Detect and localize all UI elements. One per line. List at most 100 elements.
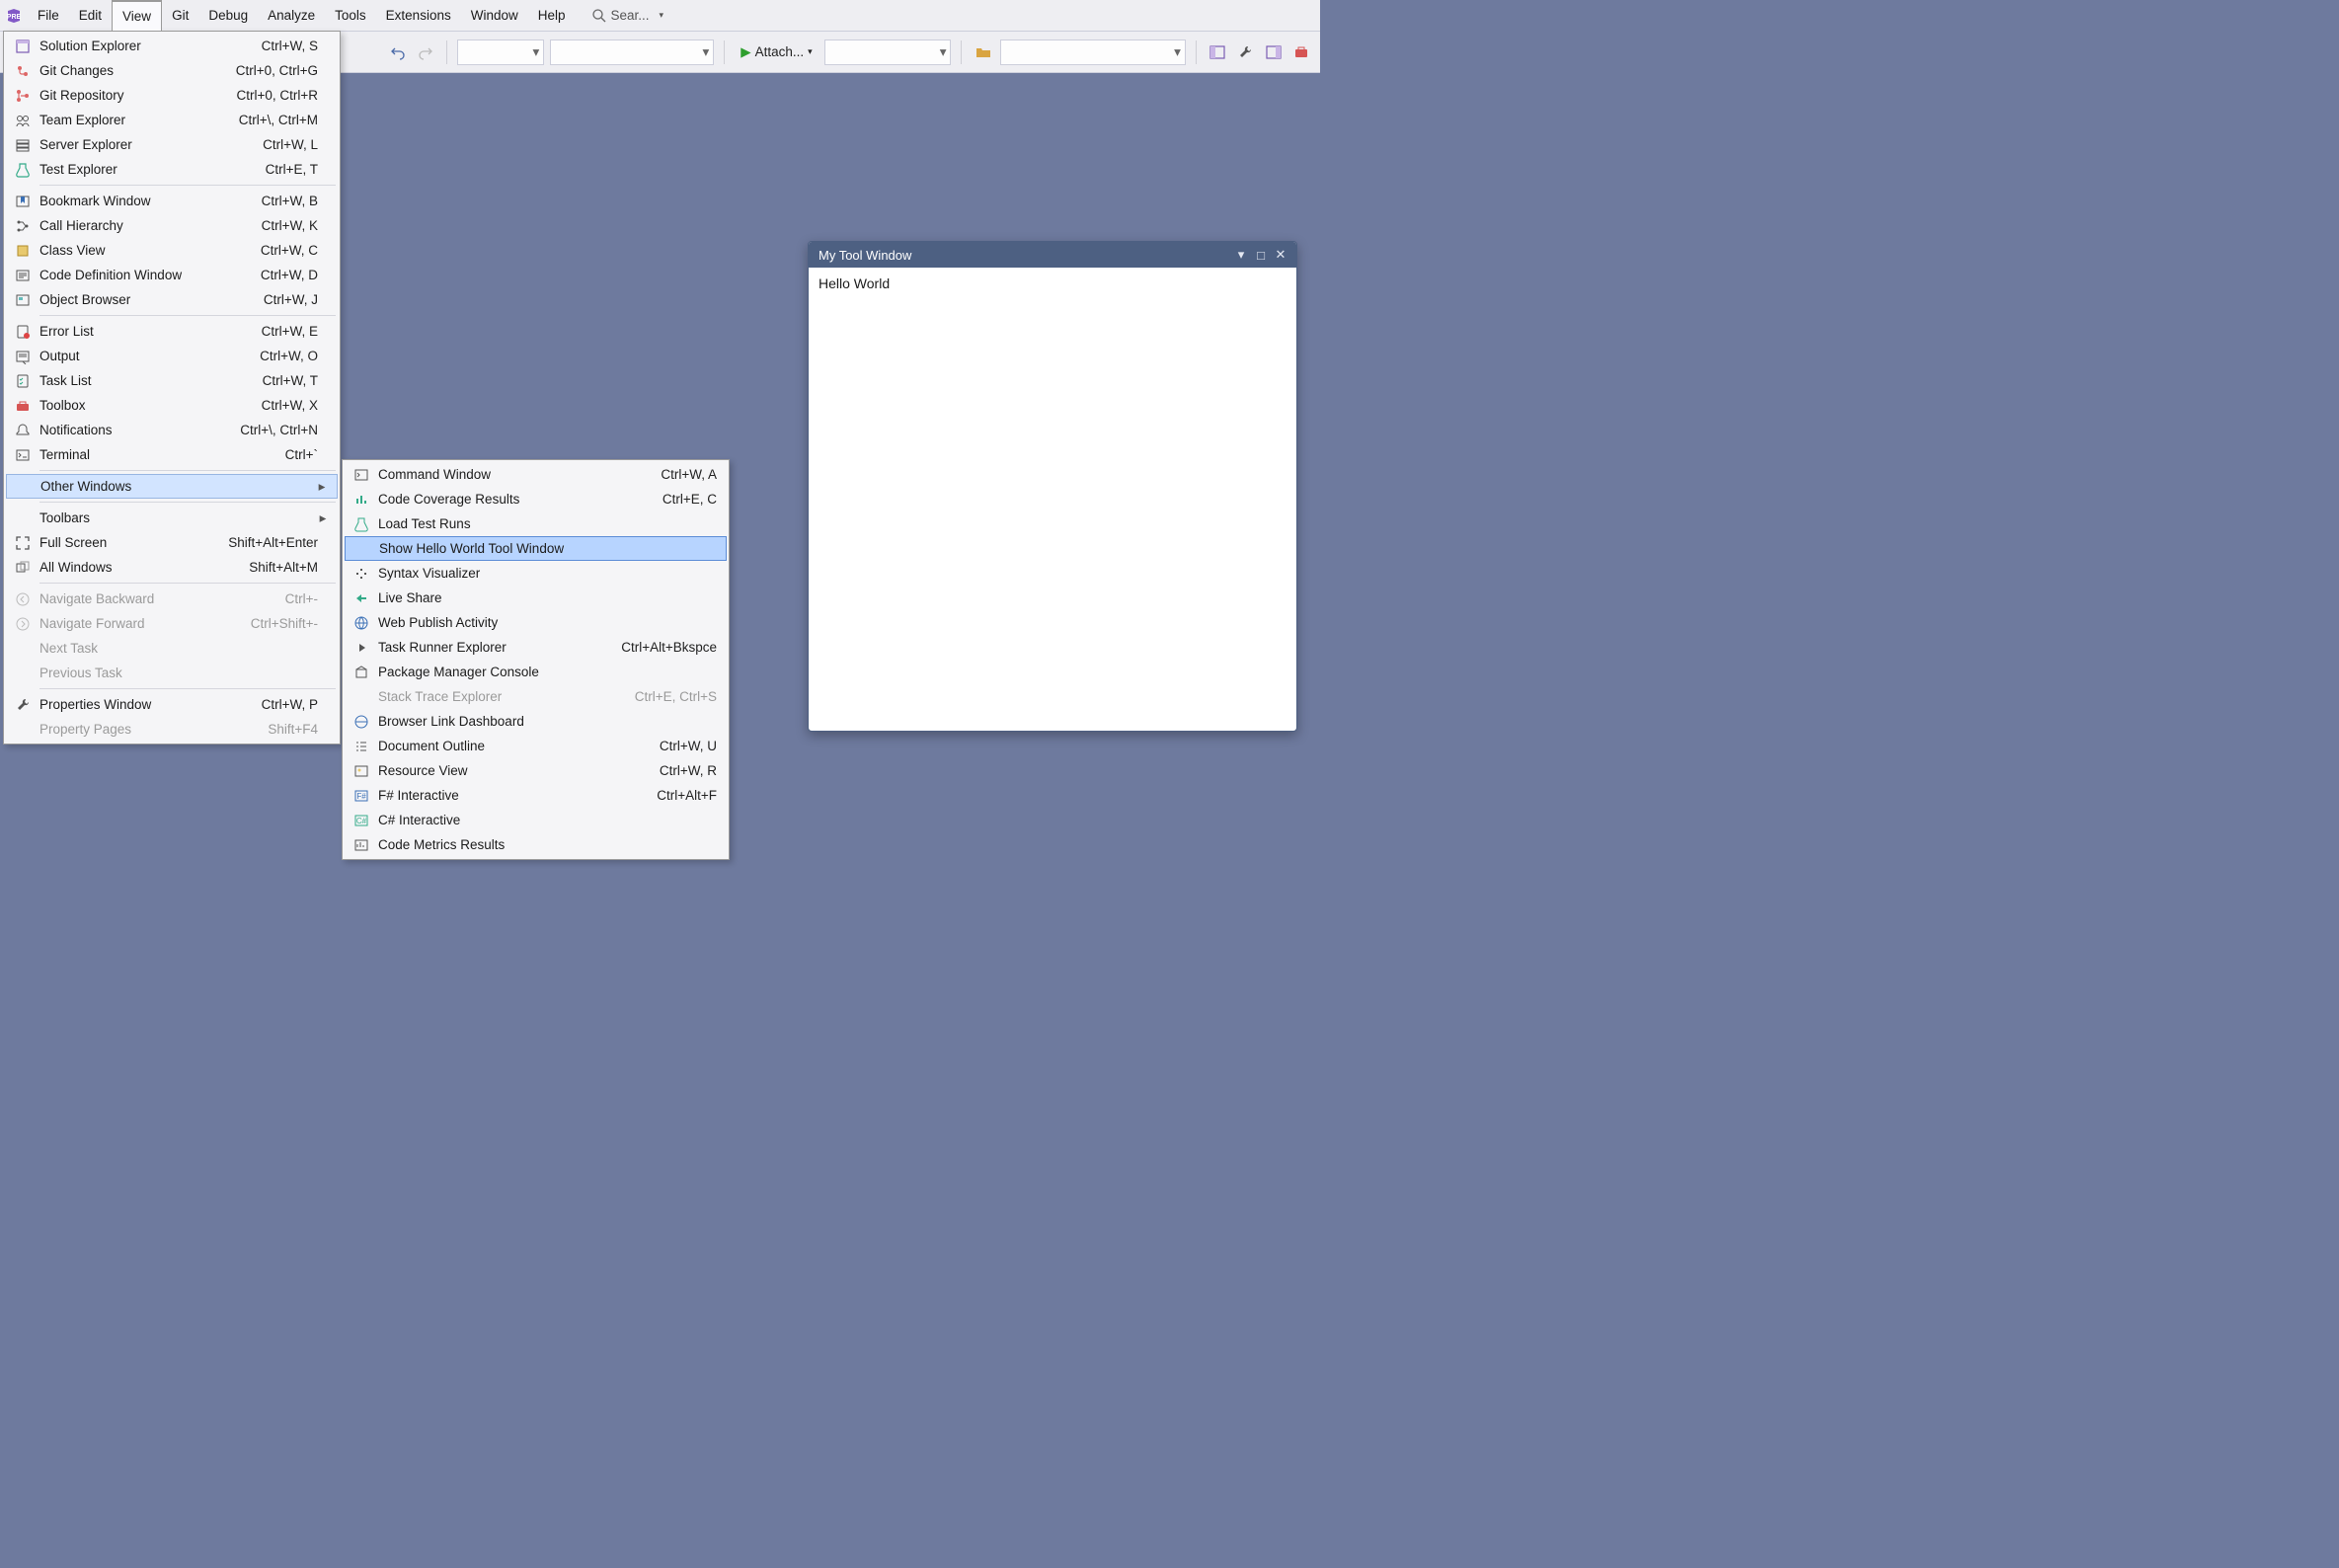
submenu-item-code-coverage-results[interactable]: Code Coverage ResultsCtrl+E, C	[345, 487, 727, 511]
redo-button[interactable]	[415, 40, 436, 64]
submenu-item-web-publish-activity[interactable]: Web Publish Activity	[345, 610, 727, 635]
notifications-icon	[6, 423, 39, 438]
close-icon[interactable]: ✕	[1271, 247, 1290, 263]
menu-item-toolbars[interactable]: Toolbars▸	[6, 506, 338, 530]
fullscreen-icon	[6, 535, 39, 551]
menu-item-server-explorer[interactable]: Server ExplorerCtrl+W, L	[6, 132, 338, 157]
solution-explorer-icon	[6, 39, 39, 54]
menubar-item-debug[interactable]: Debug	[198, 0, 258, 31]
menu-item-code-definition-window[interactable]: Code Definition WindowCtrl+W, D	[6, 263, 338, 287]
fsharp-icon: F#	[345, 788, 378, 804]
process-combo[interactable]: ▾	[824, 39, 952, 65]
nav-back-icon	[6, 591, 39, 607]
chevron-right-icon: ▸	[318, 510, 328, 526]
call-hierarchy-icon	[6, 218, 39, 234]
attach-button[interactable]: ▶ Attach... ▾	[735, 44, 818, 60]
properties-icon	[6, 697, 39, 713]
menu-item-toolbox[interactable]: ToolboxCtrl+W, X	[6, 393, 338, 418]
tool-window-titlebar[interactable]: My Tool Window ▾ □ ✕	[809, 242, 1296, 268]
menubar-item-tools[interactable]: Tools	[325, 0, 376, 31]
menu-item-class-view[interactable]: Class ViewCtrl+W, C	[6, 238, 338, 263]
menubar-item-view[interactable]: View	[112, 0, 162, 31]
menu-item-bookmark-window[interactable]: Bookmark WindowCtrl+W, B	[6, 189, 338, 213]
submenu-item-load-test-runs[interactable]: Load Test Runs	[345, 511, 727, 536]
class-view-icon	[6, 243, 39, 259]
wrench-button[interactable]	[1234, 40, 1256, 64]
menubar-item-edit[interactable]: Edit	[69, 0, 112, 31]
folder-button[interactable]	[972, 40, 993, 64]
pkg-manager-icon	[345, 665, 378, 680]
toolbox-icon	[6, 398, 39, 414]
menu-item-next-task: Next Task	[6, 636, 338, 661]
submenu-item-syntax-visualizer[interactable]: Syntax Visualizer	[345, 561, 727, 586]
menu-item-navigate-forward: Navigate ForwardCtrl+Shift+-	[6, 611, 338, 636]
solution-config-combo[interactable]: ▾	[457, 39, 544, 65]
submenu-item-code-metrics-results[interactable]: Code Metrics Results	[345, 832, 727, 857]
maximize-icon[interactable]: □	[1251, 248, 1271, 263]
menu-item-property-pages: Property PagesShift+F4	[6, 717, 338, 742]
browser-link-icon	[345, 714, 378, 730]
menubar-item-extensions[interactable]: Extensions	[376, 0, 461, 31]
menubar-item-file[interactable]: File	[28, 0, 69, 31]
task-list-icon	[6, 373, 39, 389]
find-combo[interactable]: ▾	[1000, 39, 1186, 65]
tool-window-title: My Tool Window	[819, 248, 911, 263]
menu-item-test-explorer[interactable]: Test ExplorerCtrl+E, T	[6, 157, 338, 182]
error-list-icon	[6, 324, 39, 340]
menubar-item-window[interactable]: Window	[461, 0, 528, 31]
submenu-item-resource-view[interactable]: Resource ViewCtrl+W, R	[345, 758, 727, 783]
submenu-item-show-hello-world-tool-window[interactable]: Show Hello World Tool Window	[345, 536, 727, 561]
quick-search[interactable]: Sear... ▾	[591, 0, 664, 31]
chevron-right-icon: ▸	[317, 479, 327, 495]
submenu-item-package-manager-console[interactable]: Package Manager Console	[345, 660, 727, 684]
undo-button[interactable]	[387, 40, 409, 64]
menu-item-call-hierarchy[interactable]: Call HierarchyCtrl+W, K	[6, 213, 338, 238]
toolbox-button[interactable]	[1290, 40, 1312, 64]
menu-item-full-screen[interactable]: Full ScreenShift+Alt+Enter	[6, 530, 338, 555]
menu-item-other-windows[interactable]: Other Windows▸	[6, 474, 338, 499]
menu-item-output[interactable]: OutputCtrl+W, O	[6, 344, 338, 368]
menu-item-error-list[interactable]: Error ListCtrl+W, E	[6, 319, 338, 344]
live-share-icon	[345, 590, 378, 606]
chevron-down-icon[interactable]: ▾	[1231, 247, 1251, 263]
submenu-item-c-interactive[interactable]: C#C# Interactive	[345, 808, 727, 832]
submenu-item-f-interactive[interactable]: F#F# InteractiveCtrl+Alt+F	[345, 783, 727, 808]
all-windows-icon	[6, 560, 39, 576]
menu-item-notifications[interactable]: NotificationsCtrl+\, Ctrl+N	[6, 418, 338, 442]
bookmark-icon	[6, 194, 39, 209]
submenu-item-stack-trace-explorer: Stack Trace ExplorerCtrl+E, Ctrl+S	[345, 684, 727, 709]
menu-item-all-windows[interactable]: All WindowsShift+Alt+M	[6, 555, 338, 580]
team-explorer-icon	[6, 113, 39, 128]
nav-fwd-icon	[6, 616, 39, 632]
panel1-button[interactable]	[1207, 40, 1228, 64]
menu-item-git-changes[interactable]: Git ChangesCtrl+0, Ctrl+G	[6, 58, 338, 83]
submenu-item-browser-link-dashboard[interactable]: Browser Link Dashboard	[345, 709, 727, 734]
svg-text:F#: F#	[356, 792, 366, 801]
load-test-icon	[345, 516, 378, 532]
code-coverage-icon	[345, 492, 378, 508]
solution-platform-combo[interactable]: ▾	[550, 39, 714, 65]
menu-item-task-list[interactable]: Task ListCtrl+W, T	[6, 368, 338, 393]
menubar-item-analyze[interactable]: Analyze	[258, 0, 325, 31]
submenu-item-document-outline[interactable]: Document OutlineCtrl+W, U	[345, 734, 727, 758]
submenu-item-command-window[interactable]: Command WindowCtrl+W, A	[345, 462, 727, 487]
menu-item-properties-window[interactable]: Properties WindowCtrl+W, P	[6, 692, 338, 717]
panel2-button[interactable]	[1262, 40, 1284, 64]
git-repo-icon	[6, 88, 39, 104]
menu-item-terminal[interactable]: TerminalCtrl+`	[6, 442, 338, 467]
attach-label: Attach...	[755, 44, 805, 59]
csharp-icon: C#	[345, 813, 378, 828]
chevron-down-icon: ▾	[660, 10, 664, 21]
submenu-item-live-share[interactable]: Live Share	[345, 586, 727, 610]
resource-view-icon	[345, 763, 378, 779]
menubar-item-git[interactable]: Git	[162, 0, 198, 31]
menu-item-solution-explorer[interactable]: Solution ExplorerCtrl+W, S	[6, 34, 338, 58]
menubar-item-help[interactable]: Help	[528, 0, 576, 31]
menu-item-team-explorer[interactable]: Team ExplorerCtrl+\, Ctrl+M	[6, 108, 338, 132]
menu-item-git-repository[interactable]: Git RepositoryCtrl+0, Ctrl+R	[6, 83, 338, 108]
terminal-icon	[6, 447, 39, 463]
menu-item-object-browser[interactable]: Object BrowserCtrl+W, J	[6, 287, 338, 312]
vs-logo-icon: PRE	[4, 0, 28, 31]
search-placeholder: Sear...	[611, 8, 650, 23]
submenu-item-task-runner-explorer[interactable]: Task Runner ExplorerCtrl+Alt+Bkspce	[345, 635, 727, 660]
